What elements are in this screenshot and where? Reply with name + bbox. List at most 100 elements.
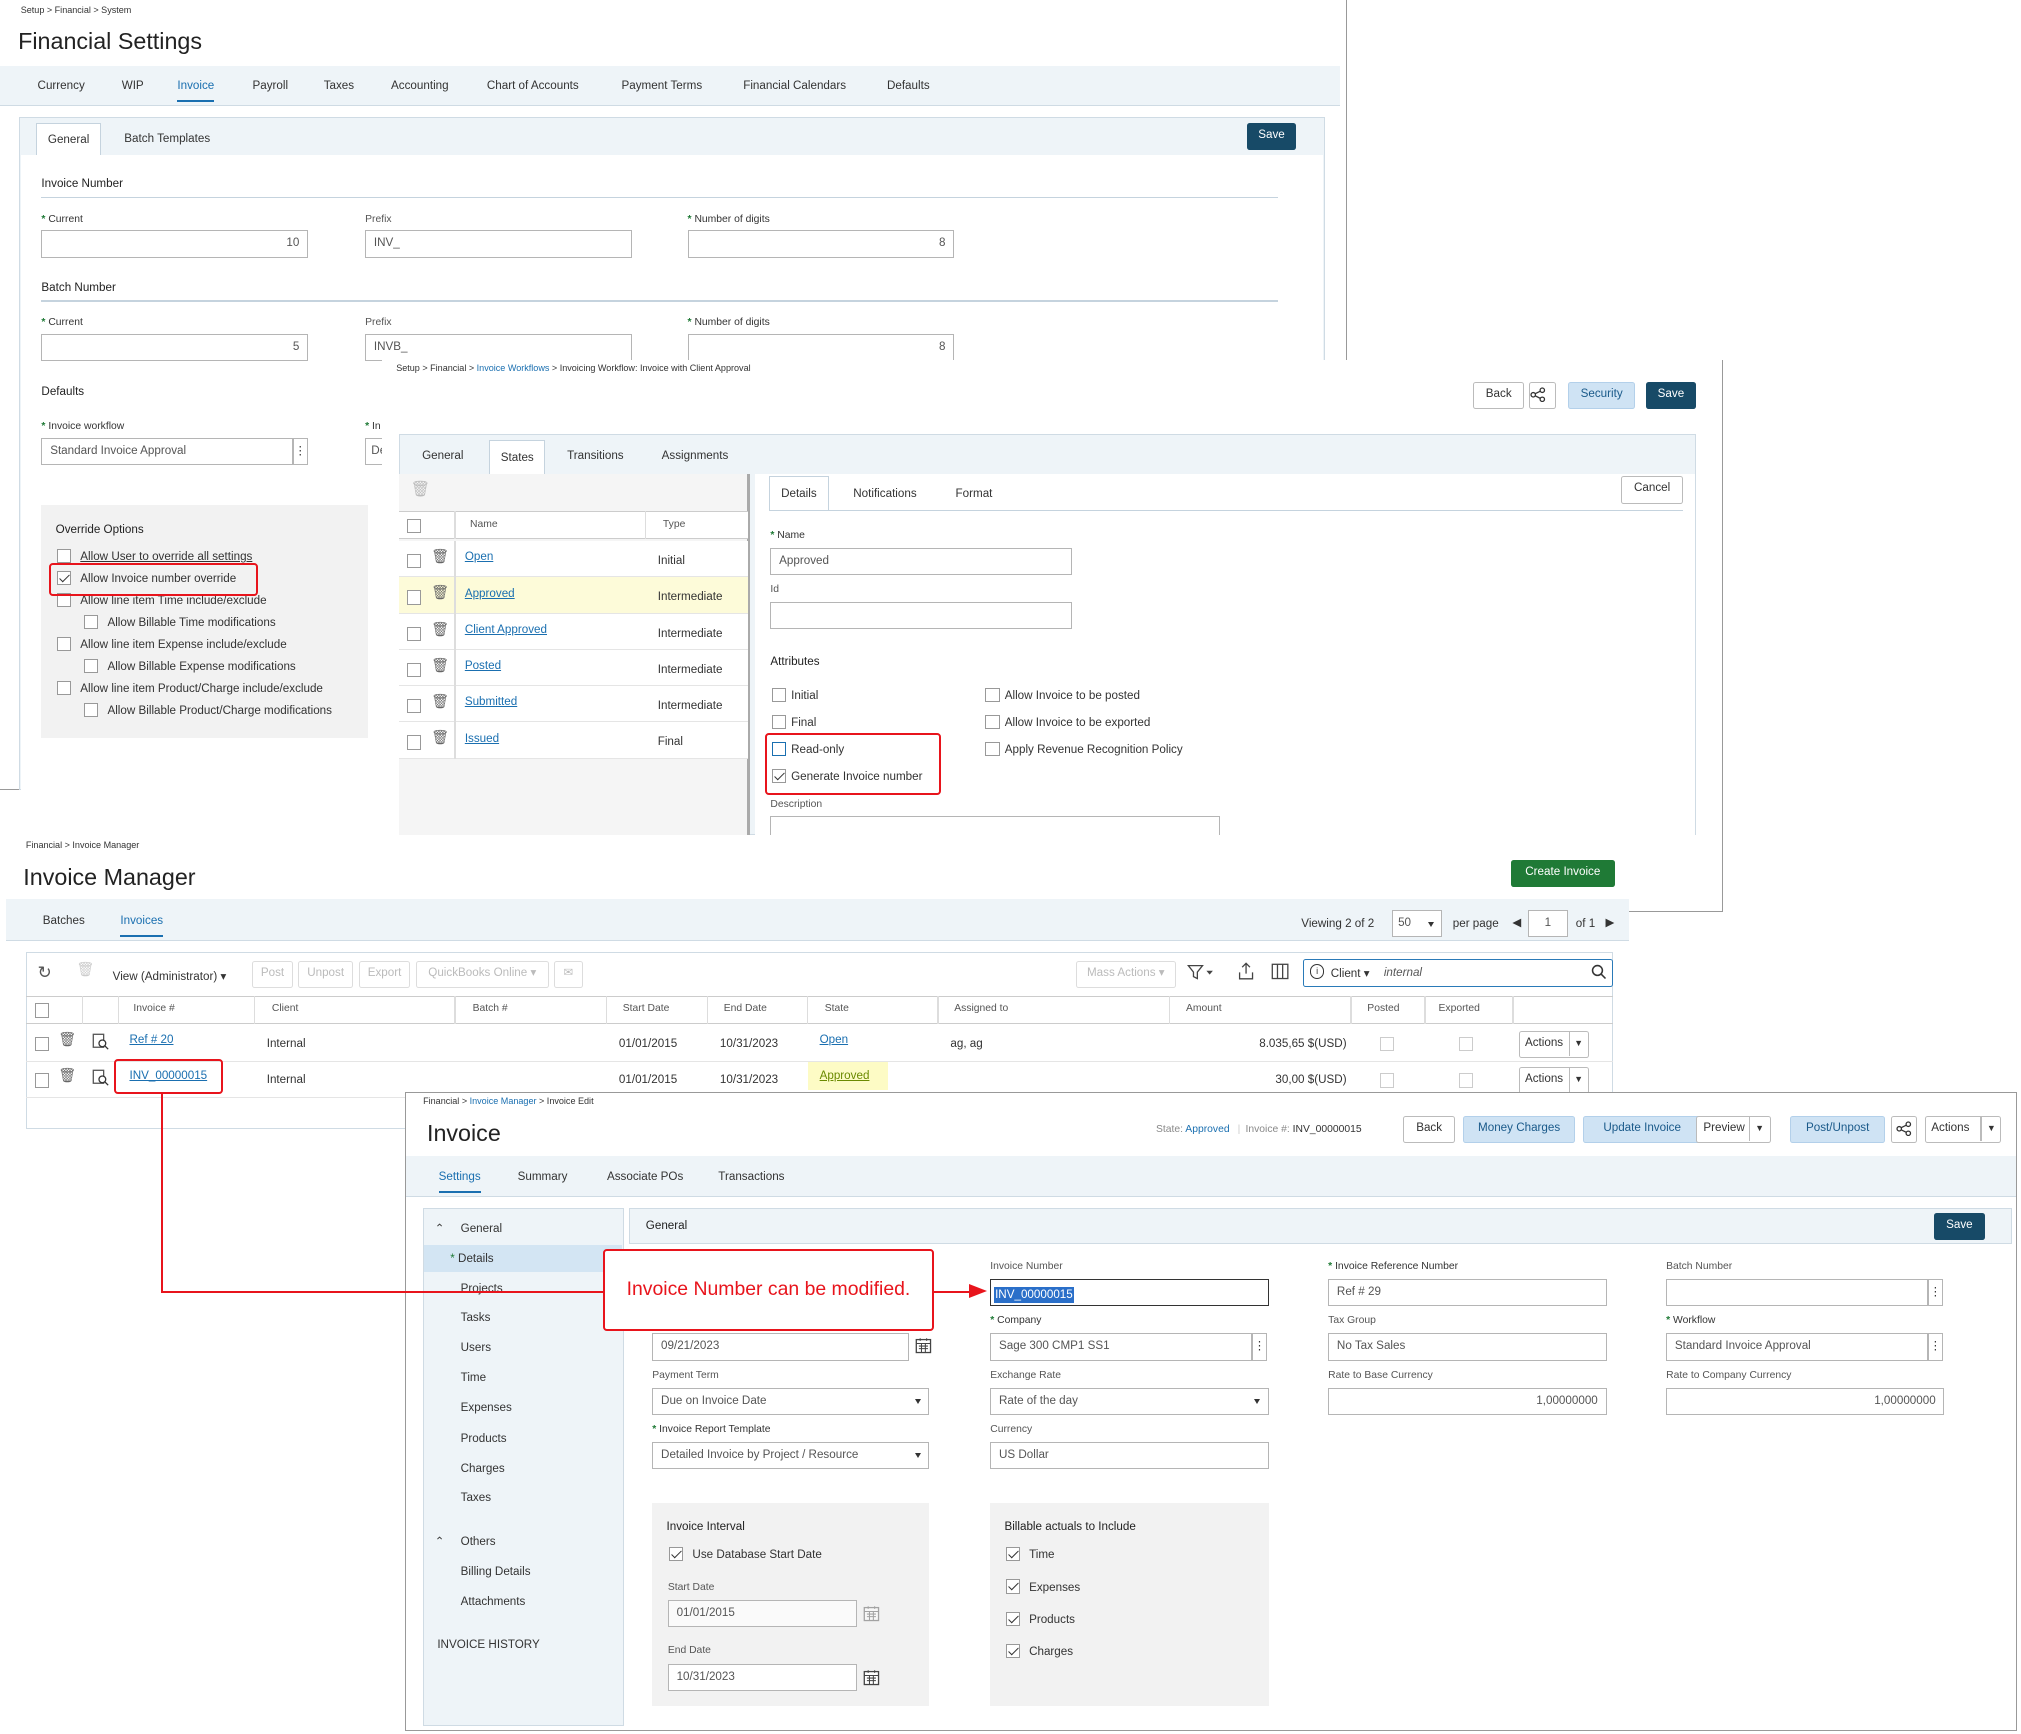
delete-icon[interactable]: 🗑: [58, 1032, 76, 1048]
search-icon[interactable]: [1591, 964, 1607, 980]
actions-button[interactable]: Actions ▼: [1518, 1066, 1589, 1095]
calendar-icon[interactable]: [915, 1337, 932, 1354]
invoice-current-field[interactable]: 10: [41, 230, 309, 258]
nav-item-products[interactable]: Products: [461, 1432, 507, 1445]
column-batch[interactable]: Batch #: [473, 1003, 508, 1014]
batch-prefix-field[interactable]: INVB_: [365, 334, 632, 362]
checkbox[interactable]: [56, 637, 72, 652]
checkbox[interactable]: [1005, 1611, 1020, 1626]
tab-taxes[interactable]: Taxes: [324, 79, 354, 92]
actions-button[interactable]: Actions ▼: [1925, 1115, 2002, 1143]
column-client[interactable]: Client: [272, 1003, 298, 1014]
prev-page-icon[interactable]: ◀: [1512, 915, 1521, 929]
save-button[interactable]: Save: [1645, 381, 1697, 410]
more-icon[interactable]: ⋮: [292, 437, 309, 465]
quickbooks-button[interactable]: QuickBooks Online ▾: [415, 960, 549, 988]
tab-transitions[interactable]: Transitions: [567, 449, 624, 462]
next-page-icon[interactable]: ▶: [1606, 915, 1615, 929]
tab-chart-of-accounts[interactable]: Chart of Accounts: [487, 79, 579, 92]
nav-item-charges[interactable]: Charges: [461, 1462, 505, 1475]
more-icon[interactable]: ⋮: [1927, 1333, 1944, 1361]
checkbox[interactable]: [771, 687, 786, 702]
column-state[interactable]: State: [825, 1003, 849, 1014]
page-number-field[interactable]: 1: [1527, 910, 1568, 938]
nav-item-billing-details[interactable]: Billing Details: [461, 1565, 531, 1578]
preview-icon[interactable]: [92, 1069, 109, 1087]
unpost-button[interactable]: Unpost: [297, 960, 354, 988]
workflow-field[interactable]: Standard Invoice Approval: [1666, 1333, 1928, 1361]
checkbox[interactable]: [406, 590, 421, 605]
column-end-date[interactable]: End Date: [724, 1003, 767, 1014]
checkbox[interactable]: [985, 714, 1000, 729]
security-button[interactable]: Security: [1567, 381, 1636, 410]
checkbox[interactable]: [84, 659, 99, 674]
post-unpost-button[interactable]: Post/Unpost: [1790, 1115, 1885, 1143]
calendar-icon[interactable]: [863, 1605, 880, 1622]
client-filter-select[interactable]: Client ▾: [1331, 966, 1370, 980]
tab-payment-terms[interactable]: Payment Terms: [622, 79, 703, 92]
search-box[interactable]: i Client ▾ internal: [1302, 959, 1614, 987]
tab-assignments[interactable]: Assignments: [662, 449, 729, 462]
post-button[interactable]: Post: [252, 960, 293, 988]
checkbox[interactable]: [669, 1546, 684, 1562]
delete-icon[interactable]: 🗑: [76, 962, 94, 978]
exchange-rate-select[interactable]: Rate of the day: [990, 1387, 1269, 1415]
table-row[interactable]: [398, 541, 749, 578]
checkbox[interactable]: [1005, 1579, 1020, 1594]
checkbox[interactable]: [56, 681, 72, 696]
tab-accounting[interactable]: Accounting: [391, 79, 449, 92]
checkbox[interactable]: [985, 741, 1000, 757]
delete-icon[interactable]: 🗑: [431, 549, 449, 565]
invoice-link[interactable]: Ref # 20: [129, 1033, 173, 1046]
column-assigned-to[interactable]: Assigned to: [954, 1003, 1008, 1014]
invoice-prefix-field[interactable]: INV_: [365, 230, 632, 258]
nav-group-others[interactable]: Others: [461, 1535, 496, 1548]
update-invoice-button[interactable]: Update Invoice: [1583, 1115, 1702, 1143]
state-link[interactable]: Approved: [820, 1069, 870, 1082]
email-icon[interactable]: ✉: [554, 960, 583, 988]
delete-icon[interactable]: 🗑: [58, 1068, 76, 1084]
column-name[interactable]: Name: [470, 519, 498, 530]
start-date-field[interactable]: 01/01/2015: [667, 1600, 857, 1628]
subtab-general[interactable]: General: [36, 123, 101, 156]
state-name[interactable]: Submitted: [465, 695, 517, 708]
checkbox[interactable]: [34, 1003, 50, 1018]
column-amount[interactable]: Amount: [1186, 1003, 1222, 1014]
column-exported[interactable]: Exported: [1439, 1003, 1480, 1014]
breadcrumb-link[interactable]: Invoice Workflows: [477, 363, 550, 373]
tab-invoice[interactable]: Invoice: [177, 79, 215, 102]
checkbox[interactable]: [56, 548, 72, 564]
breadcrumb-link[interactable]: Invoice Manager: [470, 1096, 537, 1106]
columns-icon[interactable]: [1271, 963, 1289, 980]
tab-wip[interactable]: WIP: [122, 79, 144, 92]
money-charges-button[interactable]: Money Charges: [1462, 1115, 1576, 1143]
ref-number-field[interactable]: Ref # 29: [1328, 1278, 1607, 1307]
nav-item-users[interactable]: Users: [461, 1341, 491, 1354]
tab-transactions[interactable]: Transactions: [718, 1170, 784, 1183]
tab-details[interactable]: Details: [769, 476, 829, 512]
company-field[interactable]: Sage 300 CMP1 SS1: [990, 1333, 1252, 1361]
currency-field[interactable]: US Dollar: [990, 1442, 1269, 1470]
checkbox[interactable]: [406, 519, 421, 534]
tab-currency[interactable]: Currency: [38, 79, 85, 92]
tab-states[interactable]: States: [489, 440, 546, 476]
rate-base-field[interactable]: 1,00000000: [1328, 1387, 1607, 1415]
nav-item-taxes[interactable]: Taxes: [461, 1491, 491, 1504]
tab-financial-calendars[interactable]: Financial Calendars: [743, 79, 846, 92]
actions-button[interactable]: Actions ▼: [1518, 1030, 1589, 1058]
delete-icon[interactable]: 🗑: [431, 585, 449, 601]
search-input[interactable]: internal: [1384, 966, 1422, 979]
mass-actions-button[interactable]: Mass Actions ▾: [1075, 960, 1176, 988]
column-invoice-number[interactable]: Invoice #: [133, 1003, 174, 1014]
state-name[interactable]: Issued: [465, 732, 499, 745]
checkbox[interactable]: [406, 662, 421, 678]
nav-item-expenses[interactable]: Expenses: [461, 1401, 512, 1414]
state-name-field[interactable]: Approved: [770, 547, 1073, 575]
calendar-icon[interactable]: [863, 1669, 880, 1686]
tab-format[interactable]: Format: [956, 487, 993, 500]
tab-associate-pos[interactable]: Associate POs: [607, 1170, 683, 1183]
subtab-batch-templates[interactable]: Batch Templates: [124, 132, 210, 145]
share-icon[interactable]: [1891, 1115, 1918, 1143]
preview-icon[interactable]: [92, 1033, 109, 1050]
refresh-icon[interactable]: ↻: [38, 962, 52, 983]
